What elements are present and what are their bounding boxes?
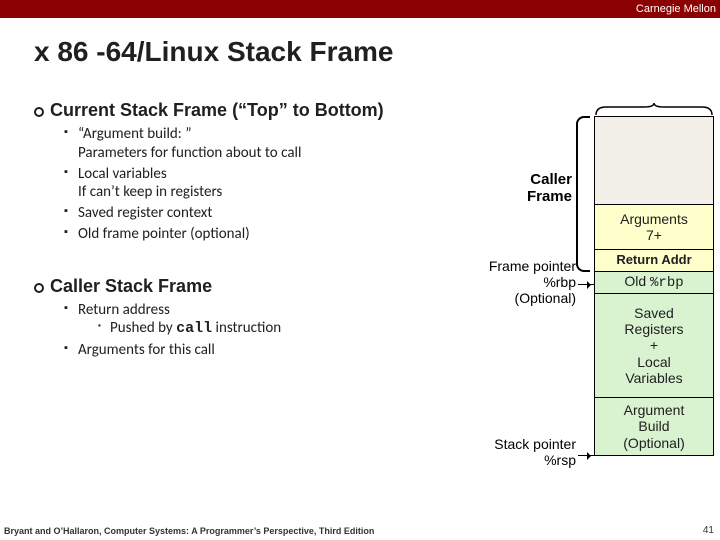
cell-args7: Arguments 7+: [594, 204, 714, 250]
stack-diagram: Arguments 7+ Return Addr Old %rbp Saved …: [424, 116, 714, 516]
heading-text: Caller Stack Frame: [50, 276, 212, 296]
caller-frame-label: Caller Frame: [527, 172, 572, 205]
section-heading-current: Current Stack Frame (“Top” to Bottom): [34, 100, 424, 121]
slide-title: x 86 -64/Linux Stack Frame: [0, 18, 720, 76]
header-bar: Carnegie Mellon: [0, 0, 720, 18]
subbullet-call: Pushed by call instruction: [98, 319, 424, 339]
ring-bullet-icon: [34, 283, 44, 293]
cell-saved: Saved Registers + Local Variables: [594, 294, 714, 398]
section-heading-caller: Caller Stack Frame: [34, 276, 424, 297]
brace-top-icon: [594, 102, 714, 114]
bullet-oldfp: Old frame pointer (optional): [64, 225, 424, 244]
cell-argbuild: Argument Build (Optional): [594, 398, 714, 456]
heading-text: Current Stack Frame (“Top” to Bottom): [50, 100, 384, 120]
bullet-locals: Local variablesIf can’t keep in register…: [64, 165, 424, 203]
stack-pointer-label: Stack pointer %rsp: [494, 436, 576, 468]
body-text: Current Stack Frame (“Top” to Bottom) “A…: [34, 100, 424, 374]
bullets-current: “Argument build: ”Parameters for functio…: [64, 125, 424, 244]
footer-citation: Bryant and O’Hallaron, Computer Systems:…: [4, 526, 374, 536]
ring-bullet-icon: [34, 107, 44, 117]
arrow-fp-icon: [578, 284, 594, 285]
stack-column: Arguments 7+ Return Addr Old %rbp Saved …: [594, 116, 714, 456]
page-number: 41: [703, 525, 714, 536]
university-label: Carnegie Mellon: [636, 3, 716, 15]
arrow-sp-icon: [578, 455, 594, 456]
bullet-args: Arguments for this call: [64, 341, 424, 360]
bullet-retaddr: Return address Pushed by call instructio…: [64, 301, 424, 340]
cell-oldrbp: Old %rbp: [594, 272, 714, 294]
cell-retaddr: Return Addr: [594, 250, 714, 272]
bullets-caller: Return address Pushed by call instructio…: [64, 301, 424, 360]
frame-pointer-label: Frame pointer %rbp (Optional): [489, 258, 576, 306]
bullet-saved: Saved register context: [64, 204, 424, 223]
cell-blank: [594, 116, 714, 204]
caller-brace-icon: [576, 116, 590, 272]
bullet-argbuild: “Argument build: ”Parameters for functio…: [64, 125, 424, 163]
